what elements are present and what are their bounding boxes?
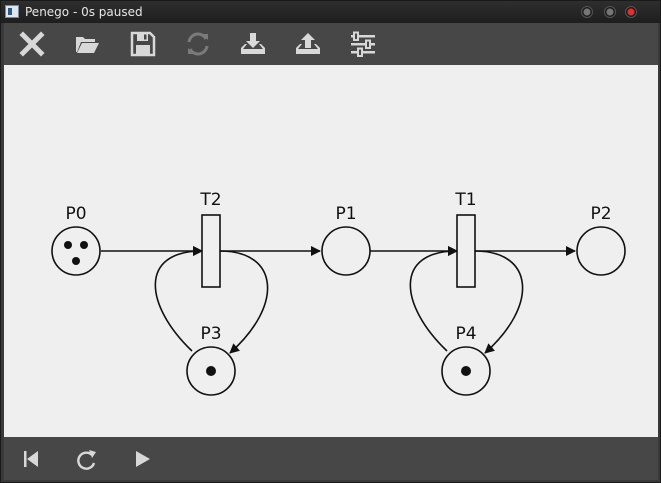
- transition-t1[interactable]: T1: [454, 190, 477, 288]
- minimize-button[interactable]: [581, 6, 593, 18]
- place-label-p3: P3: [200, 324, 221, 344]
- place-p0[interactable]: P0: [51, 204, 101, 276]
- window-title: Penego - 0s paused: [25, 5, 143, 19]
- play-button[interactable]: [127, 444, 157, 474]
- tray-upload-icon: [296, 33, 320, 54]
- export-button[interactable]: [293, 29, 323, 59]
- step-button[interactable]: [72, 444, 102, 474]
- skip-back-icon: [24, 451, 38, 467]
- place-p2[interactable]: P2: [576, 204, 626, 276]
- arc-t2-p3: [219, 250, 269, 354]
- reset-button[interactable]: [16, 444, 46, 474]
- transition-label-t1: T1: [454, 190, 476, 210]
- reload-button[interactable]: [183, 29, 213, 59]
- window-close-button[interactable]: [625, 6, 637, 18]
- refresh-icon: [187, 32, 209, 56]
- save-button[interactable]: [128, 29, 158, 59]
- import-button[interactable]: [238, 29, 268, 59]
- arc-p3-t2: [154, 246, 203, 352]
- maximize-button[interactable]: [604, 6, 616, 18]
- token: [64, 241, 72, 249]
- settings-button[interactable]: [348, 29, 378, 59]
- arc-p4-t1: [409, 246, 458, 352]
- token: [206, 366, 216, 376]
- token: [80, 241, 88, 249]
- token: [72, 257, 80, 265]
- save-icon: [130, 31, 156, 57]
- transition-t2[interactable]: T2: [199, 190, 222, 288]
- folder-open-icon: [76, 37, 99, 53]
- place-p3[interactable]: P3: [186, 324, 236, 396]
- app-icon: [5, 5, 19, 18]
- toolbar: [4, 23, 658, 65]
- net-canvas[interactable]: P0 P1 P2 P3 P4 T2 T1: [4, 65, 658, 437]
- arc-t1-p4: [474, 250, 524, 354]
- place-label-p4: P4: [455, 324, 476, 344]
- redo-icon: [77, 450, 96, 470]
- transition-label-t2: T2: [199, 190, 221, 210]
- app-window: Penego - 0s paused P0 P1 P2 P3 P4 T2 T1: [0, 0, 661, 483]
- place-label-p0: P0: [65, 204, 86, 224]
- play-icon: [136, 451, 150, 467]
- close-icon: [19, 31, 45, 57]
- title-bar[interactable]: Penego - 0s paused: [1, 1, 660, 23]
- simulation-controls: [4, 437, 658, 480]
- close-net-button[interactable]: [17, 29, 47, 59]
- place-label-p2: P2: [590, 204, 611, 224]
- petri-net-diagram: P0 P1 P2 P3 P4 T2 T1: [51, 190, 626, 396]
- token: [461, 366, 471, 376]
- place-p1[interactable]: P1: [321, 204, 371, 276]
- place-label-p1: P1: [335, 204, 356, 224]
- tray-download-icon: [241, 33, 265, 54]
- place-p4[interactable]: P4: [441, 324, 491, 396]
- sliders-icon: [351, 31, 375, 57]
- open-button[interactable]: [72, 29, 102, 59]
